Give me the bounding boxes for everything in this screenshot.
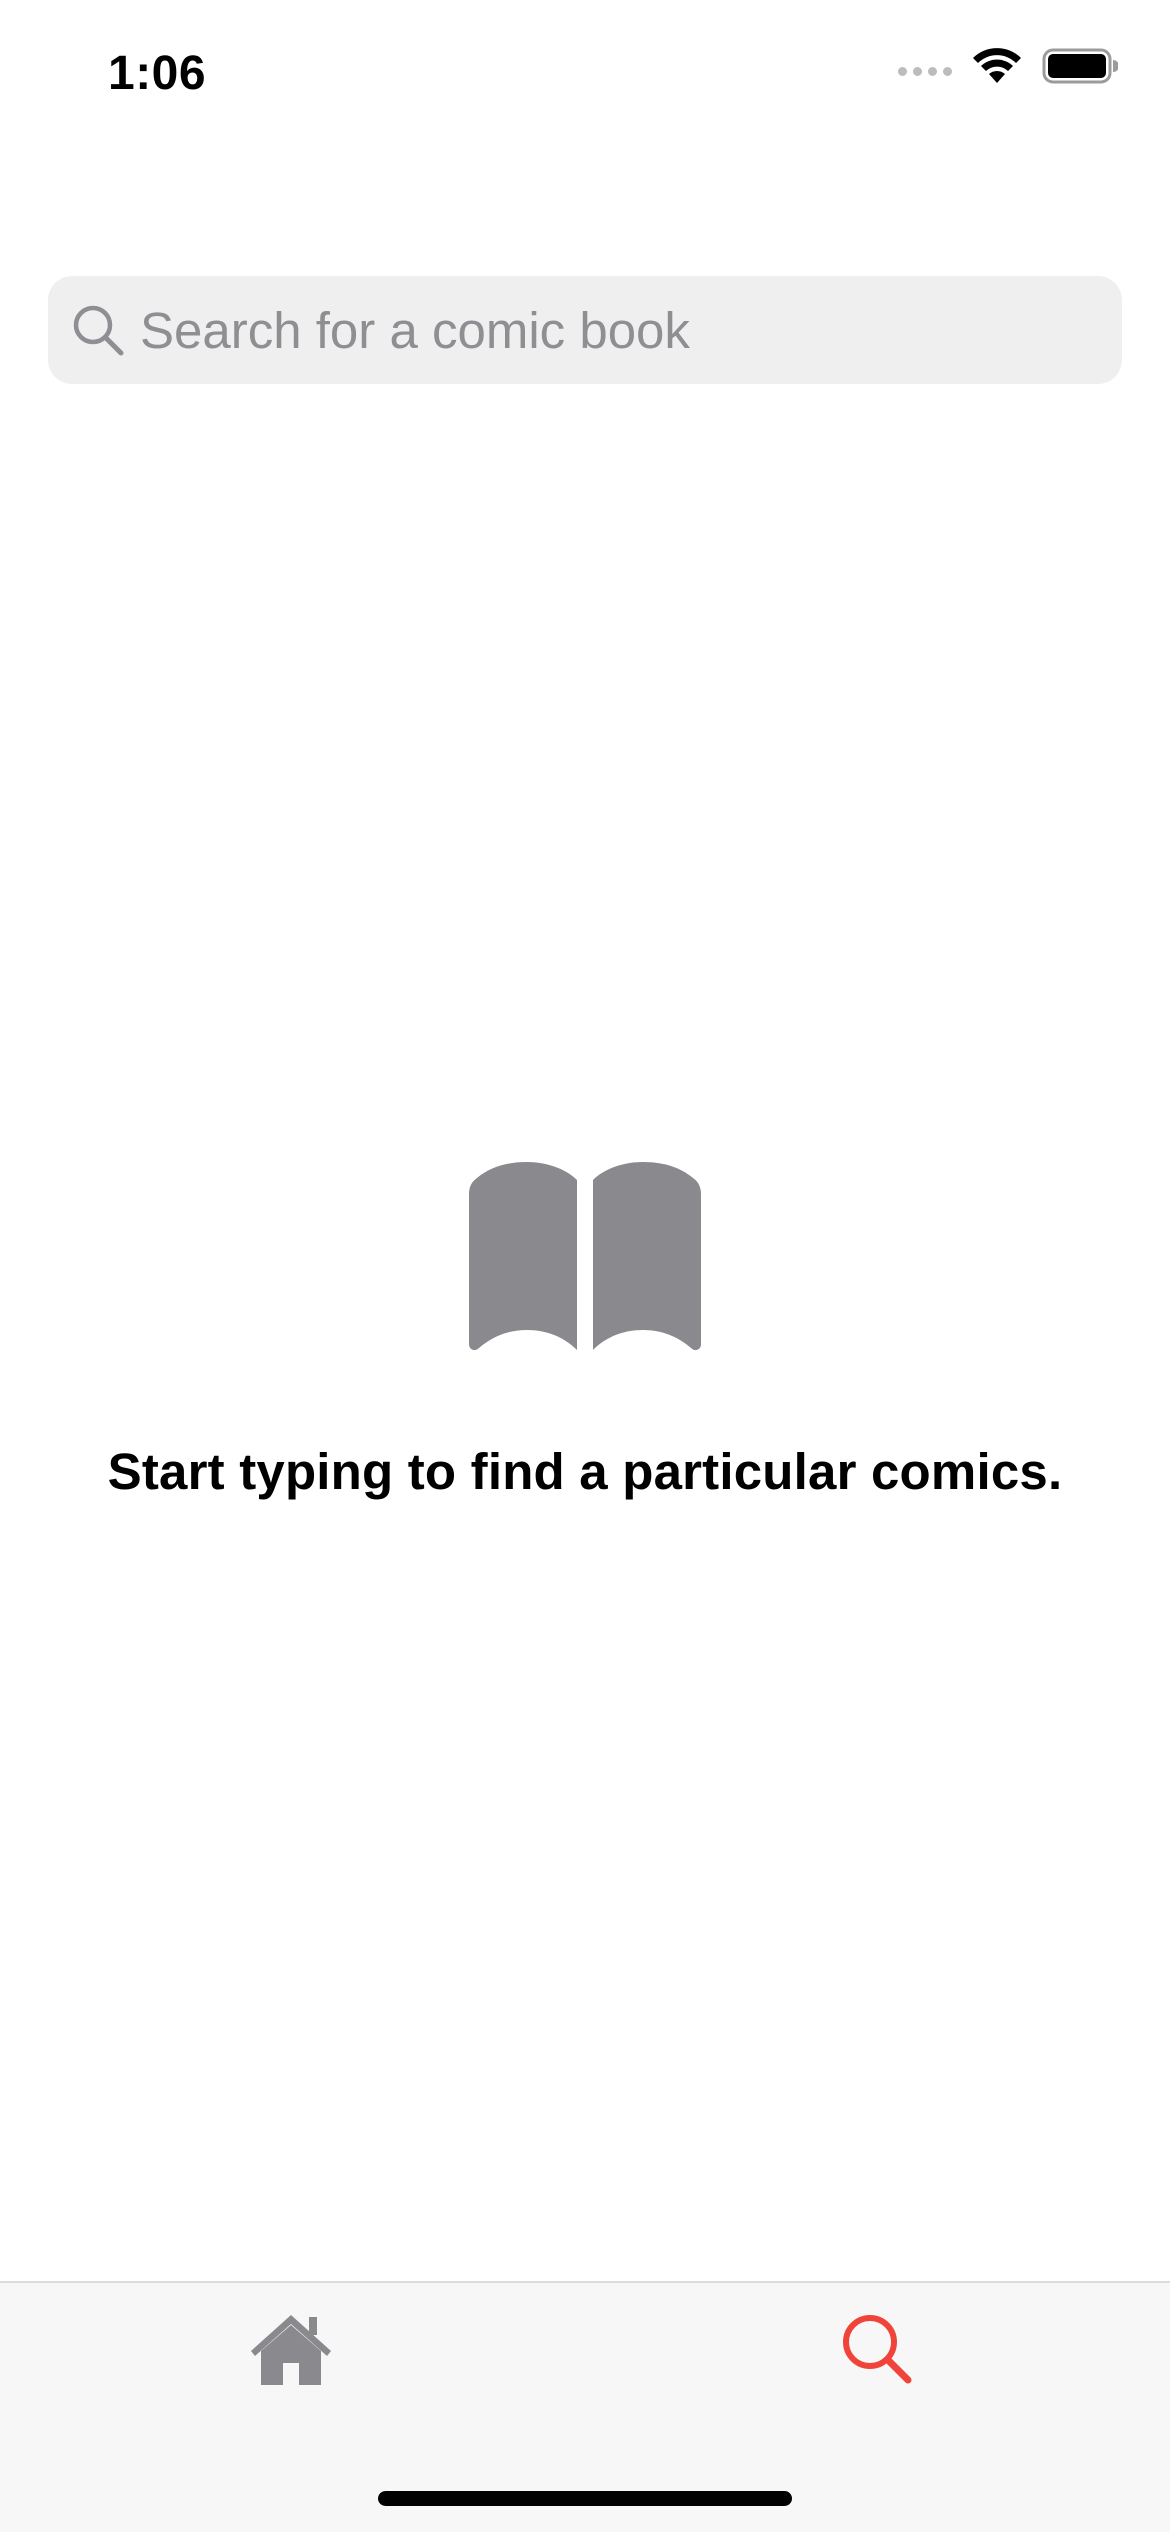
search-icon xyxy=(70,302,126,358)
status-icons xyxy=(898,48,1118,84)
tab-home[interactable] xyxy=(231,2299,351,2399)
home-indicator xyxy=(378,2491,792,2506)
tab-search[interactable] xyxy=(817,2299,937,2399)
empty-state: Start typing to find a particular comics… xyxy=(0,1160,1170,1501)
cellular-signal-icon xyxy=(898,66,952,76)
house-icon xyxy=(251,2315,331,2385)
search-bar[interactable] xyxy=(48,276,1122,384)
status-bar: 1:06 xyxy=(0,0,1170,140)
battery-icon xyxy=(1042,48,1118,84)
book-icon xyxy=(469,1162,701,1351)
search-input[interactable] xyxy=(140,300,1100,360)
search-icon xyxy=(843,2315,912,2384)
empty-state-message: Start typing to find a particular comics… xyxy=(107,1443,1063,1500)
status-time: 1:06 xyxy=(108,47,207,100)
wifi-icon xyxy=(973,48,1021,83)
